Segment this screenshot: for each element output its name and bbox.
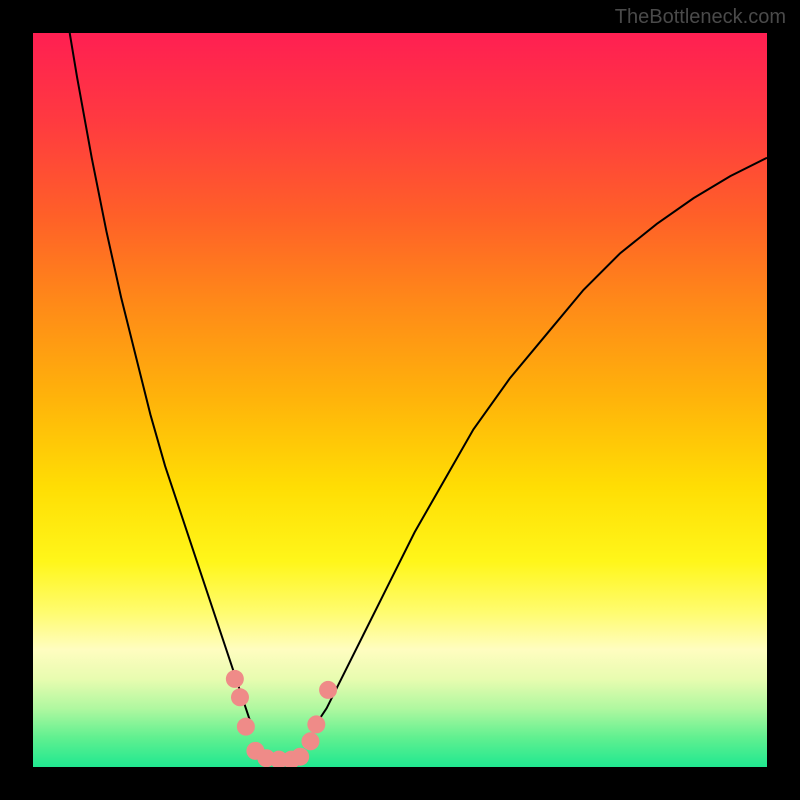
marker-dot bbox=[301, 732, 319, 750]
marker-dot bbox=[307, 715, 325, 733]
marker-group bbox=[226, 670, 337, 767]
marker-dot bbox=[291, 748, 309, 766]
marker-dot bbox=[319, 681, 337, 699]
watermark-text: TheBottleneck.com bbox=[615, 6, 786, 29]
marker-dot bbox=[231, 688, 249, 706]
marker-dot bbox=[237, 718, 255, 736]
markers-layer bbox=[33, 33, 767, 767]
marker-dot bbox=[226, 670, 244, 688]
